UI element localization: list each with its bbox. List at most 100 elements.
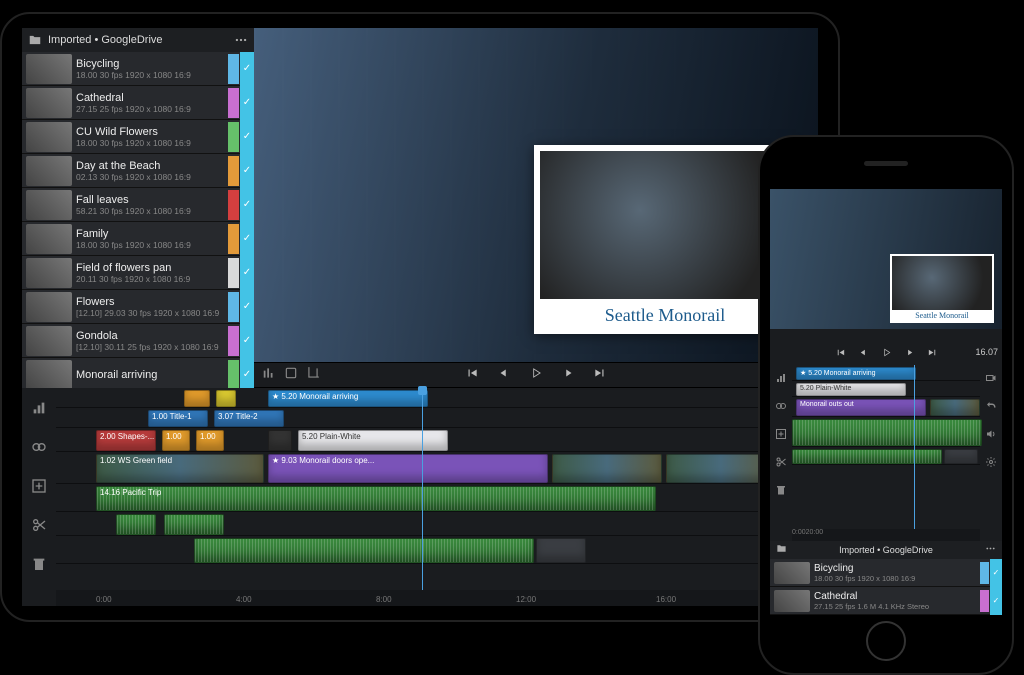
timeline-clip[interactable] <box>216 390 236 407</box>
clip-row[interactable]: Monorail arriving✓ <box>22 358 254 388</box>
levels-icon[interactable] <box>31 400 47 421</box>
clip-selected-check[interactable]: ✓ <box>240 188 254 222</box>
go-to-start-button[interactable] <box>465 366 479 385</box>
more-icon[interactable] <box>985 541 996 559</box>
levels-icon[interactable] <box>775 371 787 389</box>
timeline-audio-clip[interactable] <box>164 514 224 535</box>
timeline-clip[interactable]: 2.00 Shapes-... <box>96 430 156 451</box>
clip-selected-check[interactable]: ✓ <box>240 358 254 389</box>
timeline-audio-clip[interactable] <box>792 419 982 446</box>
clip-row[interactable]: Flowers[12.10] 29.03 30 fps 1920 x 1080 … <box>22 290 254 324</box>
clip-row[interactable]: Fall leaves58.21 30 fps 1920 x 1080 16:9… <box>22 188 254 222</box>
clip-selected-check[interactable]: ✓ <box>240 120 254 154</box>
add-layer-button[interactable] <box>31 478 47 499</box>
clip-row[interactable]: Family18.00 30 fps 1920 x 1080 16:9✓ <box>22 222 254 256</box>
effects-icon[interactable] <box>31 439 47 460</box>
home-button[interactable] <box>866 621 906 661</box>
clip-selected-check[interactable]: ✓ <box>240 290 254 324</box>
timeline-clip[interactable]: ★ 5.20 Monorail arriving <box>796 367 916 380</box>
clip-row[interactable]: Cathedral27.15 25 fps 1920 x 1080 16:9✓ <box>22 86 254 120</box>
clip-color-tag[interactable] <box>228 122 239 152</box>
timeline-transition[interactable] <box>944 449 978 464</box>
timeline-clip[interactable]: 5.20 Plain-White <box>298 430 448 451</box>
clip-selected-check[interactable]: ✓ <box>240 256 254 290</box>
timeline-ruler[interactable]: 0:004:008:0012:0016:0020:00 <box>56 590 818 606</box>
settings-icon[interactable] <box>985 455 997 473</box>
cut-button[interactable] <box>775 455 787 473</box>
playhead[interactable] <box>422 388 423 590</box>
step-back-button[interactable] <box>858 345 869 363</box>
play-button[interactable] <box>881 345 892 363</box>
phone-timeline[interactable]: ★ 5.20 Monorail arriving 5.20 Plain-Whit… <box>770 365 1002 541</box>
cut-button[interactable] <box>31 517 47 538</box>
delete-button[interactable] <box>31 556 47 577</box>
clip-row[interactable]: Gondola[12.10] 30.11 25 fps 1920 x 1080 … <box>22 324 254 358</box>
phone-preview[interactable]: Seattle Monorail <box>770 189 1002 329</box>
clip-color-tag[interactable] <box>228 156 239 186</box>
timeline-clip[interactable]: 1.00 Title-1 <box>148 410 208 427</box>
clip-row[interactable]: Day at the Beach02.13 30 fps 1920 x 1080… <box>22 154 254 188</box>
clip-color-tag[interactable] <box>980 562 989 584</box>
picture-in-picture[interactable]: Seattle Monorail <box>534 145 796 334</box>
clip-color-tag[interactable] <box>228 88 239 118</box>
effects-icon[interactable] <box>775 399 787 417</box>
timeline-clip[interactable] <box>184 390 210 407</box>
clip-color-tag[interactable] <box>228 224 239 254</box>
clip-selected-check[interactable]: ✓ <box>240 222 254 256</box>
go-to-end-button[interactable] <box>593 366 607 385</box>
timeline-audio-clip[interactable] <box>194 538 534 563</box>
step-back-button[interactable] <box>497 366 511 385</box>
play-button[interactable] <box>529 366 543 385</box>
preview-viewer[interactable]: Seattle Monorail <box>254 28 818 362</box>
clip-color-tag[interactable] <box>228 258 239 288</box>
clip-row[interactable]: Bicycling18.00 30 fps 1920 x 1080 16:9✓ <box>22 52 254 86</box>
clip-color-tag[interactable] <box>980 590 989 612</box>
timeline-clip[interactable]: 1.00 <box>196 430 224 451</box>
camera-icon[interactable] <box>985 371 997 389</box>
timeline-ruler[interactable]: 0:0020:00 <box>792 529 980 541</box>
timeline-audio-clip[interactable]: 14.16 Pacific Trip <box>96 486 656 511</box>
clip-selected-check[interactable]: ✓ <box>240 52 254 86</box>
clip-row[interactable]: Cathedral27.15 25 fps 1.6 M 4.1 KHz Ster… <box>770 587 1002 615</box>
clip-settings-icon[interactable] <box>284 366 298 385</box>
timeline-clip[interactable] <box>268 430 292 451</box>
folder-icon[interactable] <box>776 541 787 559</box>
clip-row[interactable]: CU Wild Flowers18.00 30 fps 1920 x 1080 … <box>22 120 254 154</box>
timeline[interactable]: ★ 5.20 Monorail arriving 1.00 Title-1 3.… <box>56 388 818 606</box>
clip-selected-check[interactable]: ✓ <box>990 587 1002 615</box>
undo-icon[interactable] <box>985 399 997 417</box>
histogram-icon[interactable] <box>262 366 276 385</box>
timeline-clip[interactable]: ★ 9.03 Monorail doors ope... <box>268 454 548 483</box>
phone-pip[interactable]: Seattle Monorail <box>890 254 994 323</box>
playhead[interactable] <box>914 365 915 541</box>
go-to-start-button[interactable] <box>835 345 846 363</box>
timeline-clip[interactable] <box>930 399 980 416</box>
clip-color-tag[interactable] <box>228 54 239 84</box>
step-forward-button[interactable] <box>561 366 575 385</box>
timeline-clip[interactable]: 1.02 WS Green field <box>96 454 264 483</box>
delete-button[interactable] <box>775 483 787 501</box>
more-icon[interactable] <box>234 33 248 47</box>
timeline-clip[interactable]: 1.00 <box>162 430 190 451</box>
timeline-clip[interactable]: 3.07 Title-2 <box>214 410 284 427</box>
clip-selected-check[interactable]: ✓ <box>240 86 254 120</box>
timeline-transition[interactable] <box>536 538 586 563</box>
step-forward-button[interactable] <box>904 345 915 363</box>
timeline-clip[interactable]: Monorail outs out <box>796 399 926 416</box>
timeline-clip[interactable]: 5.20 Plain-White <box>796 383 906 396</box>
folder-icon[interactable] <box>28 33 42 47</box>
timeline-clip[interactable]: ★ 5.20 Monorail arriving <box>268 390 428 407</box>
clip-color-tag[interactable] <box>228 360 239 389</box>
clip-selected-check[interactable]: ✓ <box>990 559 1002 587</box>
timeline-clip[interactable] <box>552 454 662 483</box>
clip-color-tag[interactable] <box>228 190 239 220</box>
clip-selected-check[interactable]: ✓ <box>240 154 254 188</box>
go-to-end-button[interactable] <box>927 345 938 363</box>
clip-row[interactable]: Field of flowers pan20.11 30 fps 1920 x … <box>22 256 254 290</box>
clip-color-tag[interactable] <box>228 292 239 322</box>
crop-icon[interactable] <box>306 366 320 385</box>
clip-row[interactable]: Bicycling18.00 30 fps 1920 x 1080 16:9✓ <box>770 559 1002 587</box>
add-layer-button[interactable] <box>775 427 787 445</box>
timeline-audio-clip[interactable] <box>792 449 942 464</box>
timeline-audio-clip[interactable] <box>116 514 156 535</box>
